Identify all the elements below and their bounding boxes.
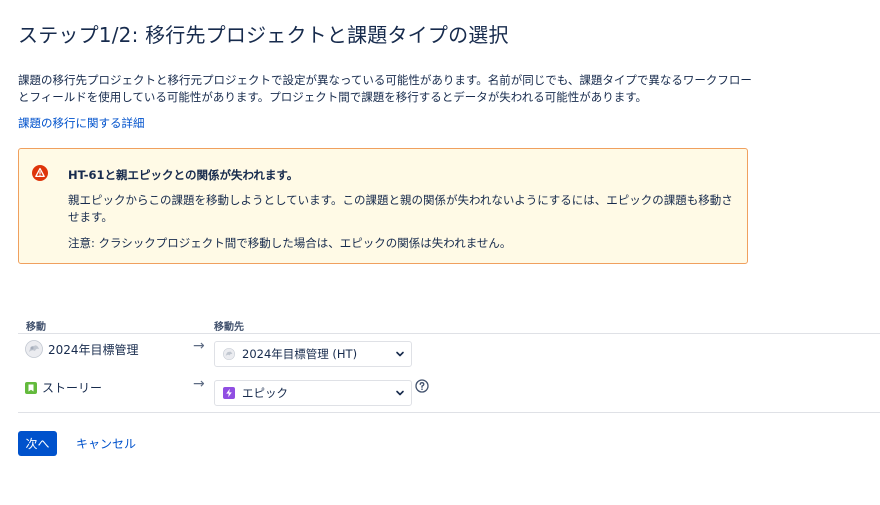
epic-icon xyxy=(223,387,235,399)
target-project-value: 2024年目標管理 (HT) xyxy=(242,347,358,361)
chevron-down-icon xyxy=(396,351,404,357)
warning-title: HT-61と親エピックとの関係が失われます。 xyxy=(68,168,299,182)
story-icon xyxy=(25,381,37,394)
table-footer-divider xyxy=(18,412,880,413)
arrow-icon: → xyxy=(193,376,205,392)
target-issue-type-value: エピック xyxy=(242,386,288,400)
table-row-project: 2024年目標管理 xyxy=(25,340,139,358)
warning-panel: HT-61と親エピックとの関係が失われます。 親エピックからこの課題を移動しよう… xyxy=(18,148,748,264)
help-icon[interactable] xyxy=(415,379,429,393)
issue-move-detail-link[interactable]: 課題の移行に関する詳細 xyxy=(18,115,145,131)
project-avatar-icon xyxy=(223,348,235,360)
warning-icon xyxy=(32,165,48,181)
page-description: 課題の移行先プロジェクトと移行元プロジェクトで設定が異なっている可能性があります… xyxy=(18,73,752,104)
next-button[interactable]: 次へ xyxy=(18,431,57,456)
from-project-label: 2024年目標管理 xyxy=(48,342,139,357)
target-project-select[interactable]: 2024年目標管理 (HT) xyxy=(214,341,412,367)
cancel-button[interactable]: キャンセル xyxy=(76,435,136,452)
project-avatar-icon xyxy=(25,340,43,358)
table-row-issue-type: ストーリー xyxy=(25,379,102,396)
warning-note: 注意: クラシックプロジェクト間で移動した場合は、エピックの関係は失われません。 xyxy=(68,236,512,250)
table-header-divider xyxy=(18,333,880,334)
arrow-icon: → xyxy=(193,338,205,354)
column-header-from: 移動 xyxy=(26,322,46,333)
from-issue-type-label: ストーリー xyxy=(42,381,103,395)
target-issue-type-select[interactable]: エピック xyxy=(214,380,412,406)
page-title: ステップ1/2: 移行先プロジェクトと課題タイプの選択 xyxy=(18,23,509,47)
warning-body: 親エピックからこの課題を移動しようとしています。この課題と親の関係が失われないよ… xyxy=(68,193,733,224)
chevron-down-icon xyxy=(396,390,404,396)
column-header-to: 移動先 xyxy=(214,322,244,333)
